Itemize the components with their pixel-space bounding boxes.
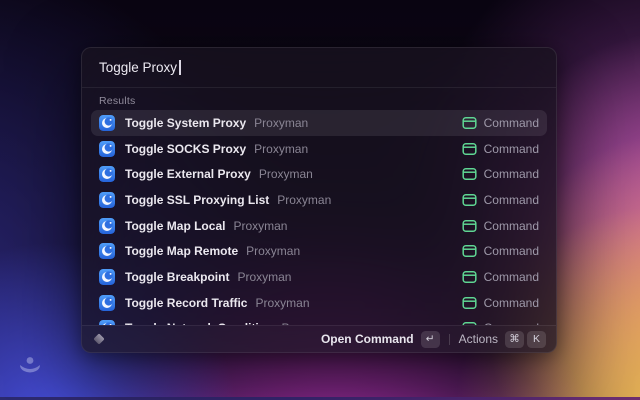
proxyman-app-icon: [99, 243, 115, 259]
proxyman-app-icon: [99, 192, 115, 208]
proxyman-app-icon: [99, 295, 115, 311]
terminal-window-icon: [462, 116, 477, 130]
text-caret: [179, 60, 181, 75]
terminal-window-icon: [462, 244, 477, 258]
search-value: Toggle Proxy: [99, 60, 177, 75]
actions-label: Actions: [459, 332, 498, 346]
command-title: Toggle Breakpoint: [125, 270, 229, 284]
command-subtitle: Proxyman: [237, 270, 291, 284]
command-subtitle: Proxyman: [255, 296, 309, 310]
terminal-window-icon: [462, 270, 477, 284]
open-command-button[interactable]: Open Command ↵: [321, 331, 440, 348]
command-title: Toggle SOCKS Proxy: [125, 142, 246, 156]
command-title: Toggle External Proxy: [125, 167, 251, 181]
command-title: Toggle System Proxy: [125, 116, 246, 130]
command-type-label: Command: [484, 142, 539, 156]
command-type-label: Command: [484, 193, 539, 207]
cmd-key-badge: ⌘: [505, 331, 524, 348]
list-item[interactable]: Toggle Breakpoint Proxyman Command: [91, 264, 547, 290]
proxyman-app-icon: [99, 115, 115, 131]
proxyman-app-icon: [99, 141, 115, 157]
list-item[interactable]: Toggle SOCKS Proxy Proxyman Command: [91, 136, 547, 162]
proxyman-app-icon: [99, 166, 115, 182]
command-subtitle: Proxyman: [246, 244, 300, 258]
proxyman-app-icon: [99, 269, 115, 285]
list-item[interactable]: Toggle Map Local Proxyman Command: [91, 213, 547, 239]
list-item[interactable]: Toggle External Proxy Proxyman Command: [91, 161, 547, 187]
k-key-badge: K: [527, 331, 546, 348]
terminal-window-icon: [462, 219, 477, 233]
return-key-badge: ↵: [421, 331, 440, 348]
command-subtitle: Proxyman: [259, 167, 313, 181]
results-section-label: Results: [82, 88, 556, 110]
dove-icon: [17, 355, 43, 380]
list-item[interactable]: Toggle Network Condition Proxyman Comman…: [91, 316, 547, 326]
command-subtitle: Proxyman: [277, 193, 331, 207]
command-subtitle: Proxyman: [233, 219, 287, 233]
desktop: Toggle Proxy Results Toggle System Proxy…: [0, 0, 640, 400]
terminal-window-icon: [462, 193, 477, 207]
command-title: Toggle Record Traffic: [125, 296, 247, 310]
results-list: Toggle System Proxy Proxyman Command Tog…: [82, 110, 556, 325]
raycast-window: Toggle Proxy Results Toggle System Proxy…: [81, 47, 557, 353]
terminal-window-icon: [462, 296, 477, 310]
terminal-window-icon: [462, 142, 477, 156]
command-type-label: Command: [484, 219, 539, 233]
proxyman-app-icon: [99, 218, 115, 234]
command-title: Toggle SSL Proxying List: [125, 193, 269, 207]
actions-key-badges: ⌘ K: [505, 331, 546, 348]
command-type-label: Command: [484, 116, 539, 130]
terminal-window-icon: [462, 167, 477, 181]
command-title: Toggle Map Local: [125, 219, 225, 233]
command-type-label: Command: [484, 296, 539, 310]
command-type-label: Command: [484, 167, 539, 181]
command-type-label: Command: [484, 244, 539, 258]
footer-bar: Open Command ↵ Actions ⌘ K: [82, 325, 556, 352]
list-item[interactable]: Toggle Record Traffic Proxyman Command: [91, 290, 547, 316]
list-item[interactable]: Toggle System Proxy Proxyman Command: [91, 110, 547, 136]
actions-button[interactable]: Actions ⌘ K: [459, 331, 546, 348]
list-item[interactable]: Toggle SSL Proxying List Proxyman Comman…: [91, 187, 547, 213]
command-subtitle: Proxyman: [254, 116, 308, 130]
command-subtitle: Proxyman: [254, 142, 308, 156]
open-command-label: Open Command: [321, 332, 414, 346]
raycast-diamond-icon: [92, 332, 106, 346]
list-item[interactable]: Toggle Map Remote Proxyman Command: [91, 238, 547, 264]
search-input[interactable]: Toggle Proxy: [82, 48, 556, 88]
command-type-label: Command: [484, 270, 539, 284]
command-title: Toggle Map Remote: [125, 244, 238, 258]
footer-divider: [449, 334, 450, 345]
